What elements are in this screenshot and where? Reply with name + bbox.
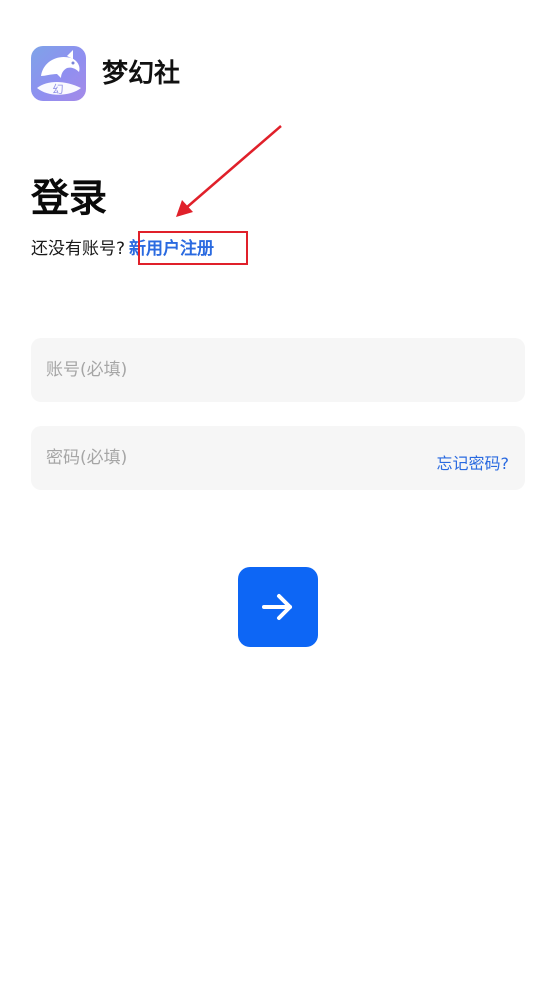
password-field[interactable]: 忘记密码? — [31, 426, 525, 490]
annotation-arrow-icon — [176, 125, 282, 217]
forgot-password-link[interactable]: 忘记密码? — [437, 452, 510, 476]
login-screen: 幻 梦幻社 登录 还没有账号?新用户注册 忘记密码? — [0, 0, 554, 985]
account-field[interactable] — [31, 338, 525, 402]
password-input[interactable] — [46, 426, 406, 490]
account-input[interactable] — [46, 338, 406, 402]
login-submit-button[interactable] — [238, 567, 318, 647]
dolphin-logo-icon: 幻 — [37, 50, 81, 96]
logo-char: 幻 — [53, 83, 64, 96]
annotation-highlight-box — [138, 231, 248, 265]
no-account-text: 还没有账号? — [31, 239, 126, 259]
arrow-right-icon — [262, 594, 292, 620]
app-name: 梦幻社 — [102, 59, 181, 89]
page-title: 登录 — [31, 176, 108, 220]
app-logo: 幻 — [31, 46, 86, 101]
